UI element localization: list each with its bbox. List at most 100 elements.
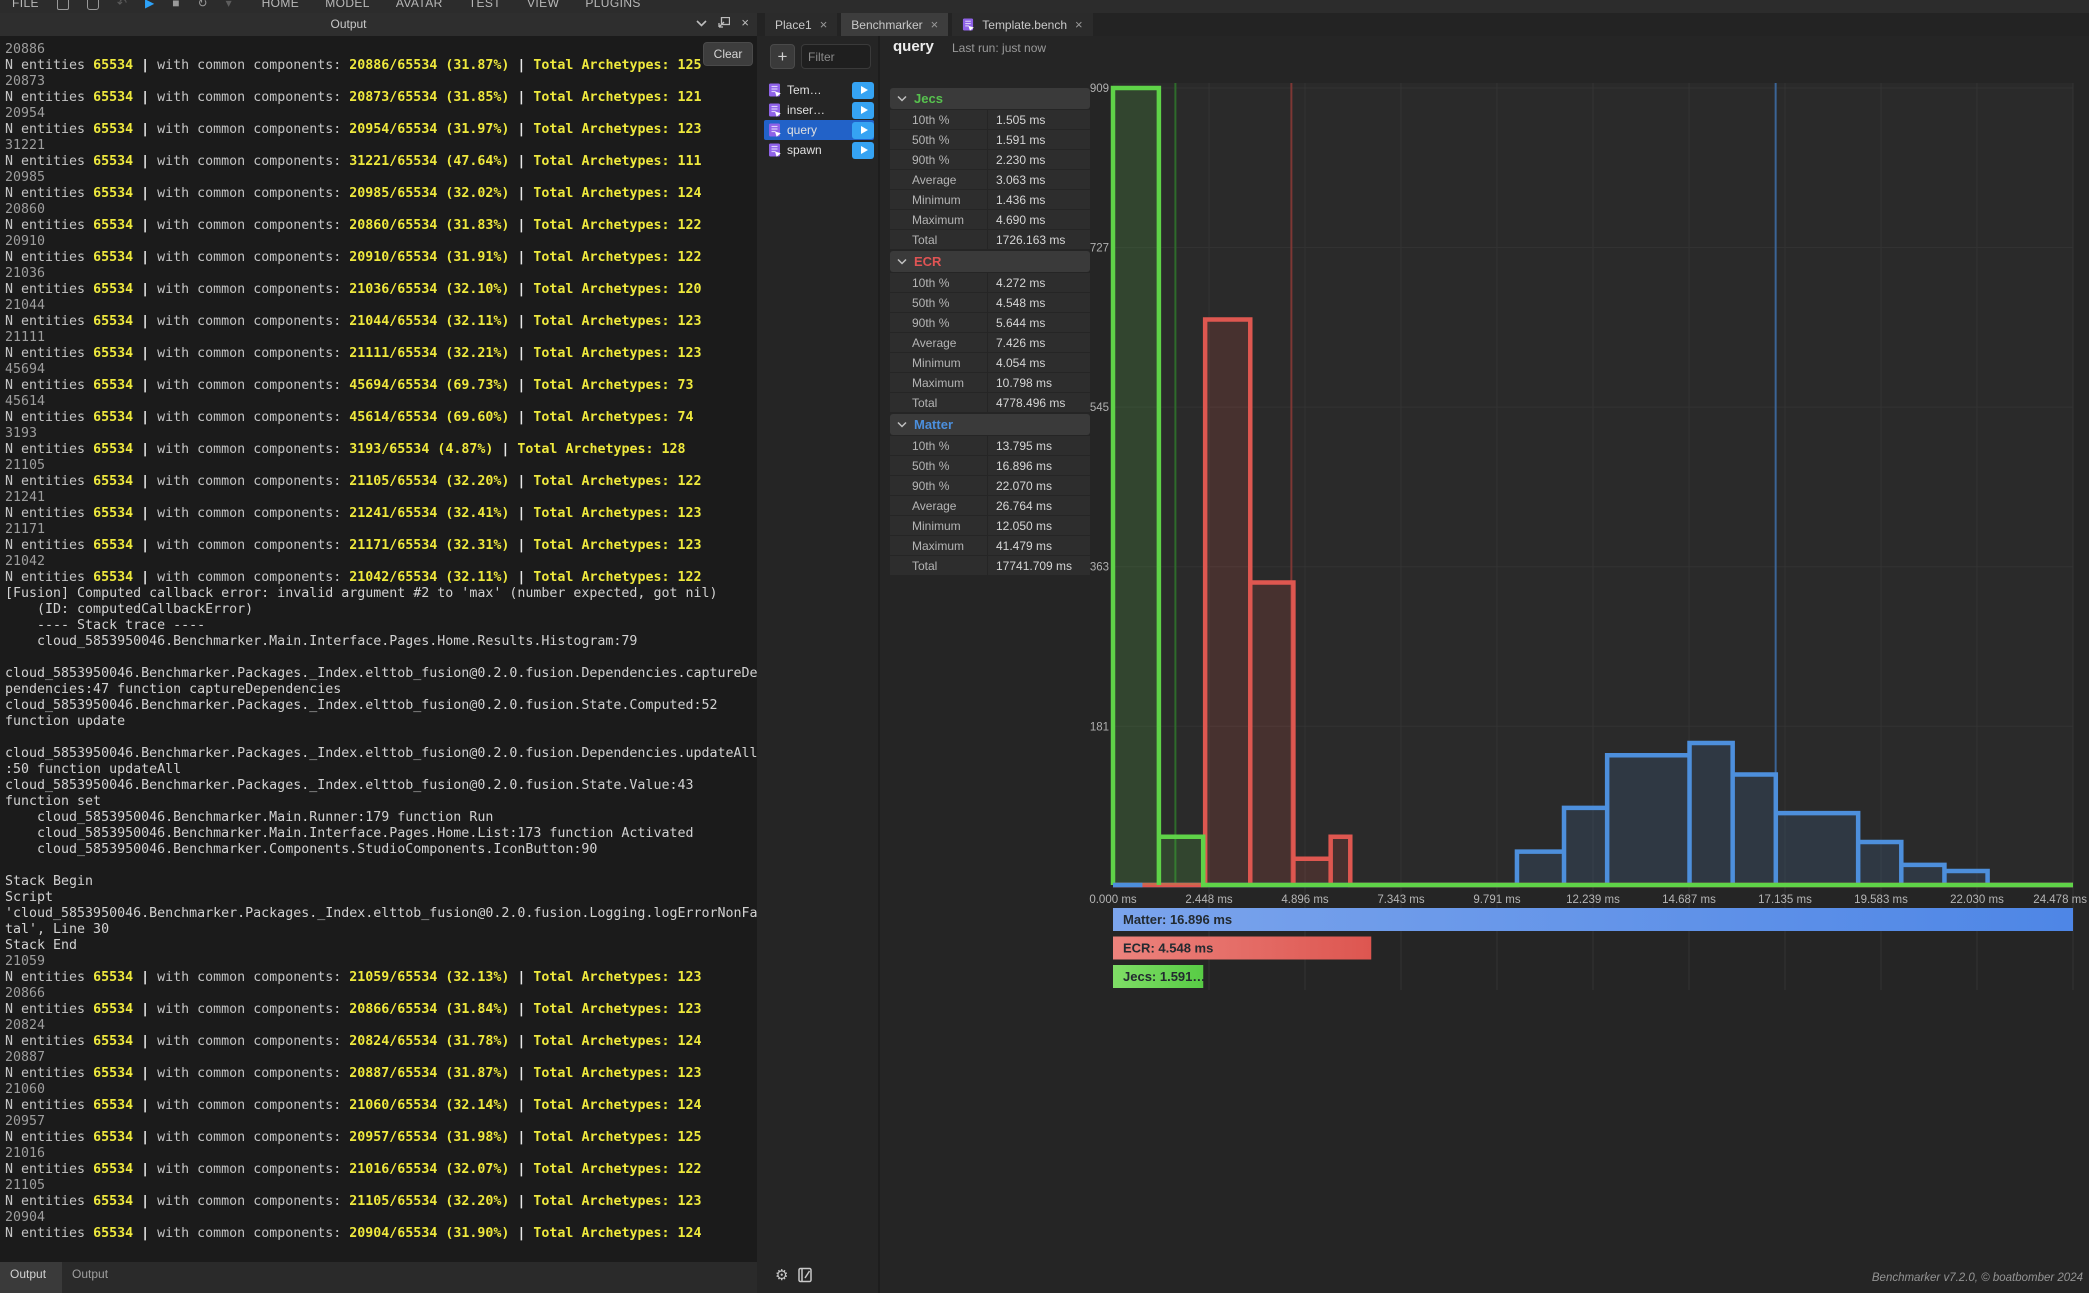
tab-place1[interactable]: Place1× (765, 13, 837, 36)
common-components-value: 45614/65534 (69.60%) (349, 410, 509, 425)
stat-value: 41.479 ms (988, 536, 1090, 555)
stat-value: 3.063 ms (988, 170, 1090, 189)
run-benchmark-button[interactable] (852, 102, 874, 119)
total-archetypes: Total Archetypes: 124 (533, 1034, 701, 1049)
console-text: with common components: (157, 314, 349, 329)
separator: | (509, 506, 533, 521)
menu-plugins[interactable]: PLUGINS (585, 0, 640, 10)
benchmark-item-spawn[interactable]: spawn (764, 140, 874, 160)
clear-button[interactable]: Clear (703, 42, 753, 66)
output-tab-0[interactable]: Output (0, 1262, 62, 1293)
play-icon (861, 146, 868, 154)
tab-benchmarker[interactable]: Benchmarker× (841, 13, 948, 36)
play-button[interactable]: ▶ (145, 0, 154, 10)
menu-file[interactable]: FILE (12, 0, 39, 10)
run-benchmark-button[interactable] (852, 122, 874, 139)
entity-count: 65534 (93, 250, 133, 265)
total-archetypes: Total Archetypes: 124 (533, 1098, 701, 1113)
reset-icon[interactable]: ↻ (198, 0, 208, 10)
menu-test[interactable]: TEST (469, 0, 501, 10)
console-line: N entities 65534 | with common component… (5, 154, 757, 170)
console-text: with common components: (157, 282, 349, 297)
tab-template-bench[interactable]: Template.bench× (952, 13, 1092, 36)
settings-gear-icon[interactable]: ⚙ (775, 1266, 788, 1284)
paste-icon[interactable] (57, 0, 69, 10)
entity-count: 65534 (93, 58, 133, 73)
separator: | (133, 1002, 157, 1017)
run-title: query (893, 38, 934, 55)
console-line: 'cloud_5853950046.Benchmarker.Packages._… (5, 906, 757, 922)
console-line: ---- Stack trace ---- (5, 618, 757, 634)
stat-section-header-jecs[interactable]: Jecs (890, 88, 1090, 109)
output-console[interactable]: 20886N entities 65534 | with common comp… (0, 36, 757, 1262)
benchmark-item-query[interactable]: query (764, 120, 874, 140)
stat-label: Minimum (890, 190, 987, 209)
stat-label: Minimum (890, 353, 987, 372)
dropdown-caret-icon[interactable]: ▾ (226, 0, 232, 10)
entity-count: 65534 (93, 154, 133, 169)
chevron-down-icon[interactable] (696, 19, 707, 27)
insert-icon[interactable] (87, 0, 99, 10)
stat-section-ecr: ECR10th %4.272 ms50th %4.548 ms90th %5.6… (890, 251, 1090, 412)
run-benchmark-button[interactable] (852, 142, 874, 159)
stat-value: 13.795 ms (988, 436, 1090, 455)
close-icon[interactable]: × (741, 19, 749, 27)
y-axis-label: 727 (1090, 243, 1109, 255)
separator: | (133, 570, 157, 585)
stat-row: Average26.764 ms (890, 496, 1090, 515)
console-line: 21111 (5, 330, 757, 346)
menu-model[interactable]: MODEL (325, 0, 370, 10)
stat-row: 90th %2.230 ms (890, 150, 1090, 169)
console-text: with common components: (157, 250, 349, 265)
console-text: N entities (5, 1130, 93, 1145)
common-components-value: 20824/65534 (31.78%) (349, 1034, 509, 1049)
stop-button[interactable]: ■ (172, 0, 179, 10)
console-text: with common components: (157, 1130, 349, 1145)
separator: | (133, 970, 157, 985)
total-archetypes: Total Archetypes: 123 (533, 538, 701, 553)
menu-view[interactable]: VIEW (527, 0, 559, 10)
console-text: with common components: (157, 122, 349, 137)
console-line: cloud_5853950046.Benchmarker.Packages._I… (5, 698, 757, 714)
output-tab-1[interactable]: Output (62, 1262, 124, 1293)
menu-home[interactable]: HOME (262, 0, 300, 10)
stat-section-header-matter[interactable]: Matter (890, 414, 1090, 435)
x-axis-label: 4.896 ms (1281, 894, 1329, 906)
separator: | (133, 1098, 157, 1113)
console-line: N entities 65534 | with common component… (5, 970, 757, 986)
close-icon[interactable]: × (931, 17, 939, 32)
benchmark-item-tem[interactable]: Tem… (764, 80, 874, 100)
stat-label: Minimum (890, 516, 987, 535)
console-line: N entities 65534 | with common component… (5, 58, 757, 74)
console-text: N entities (5, 58, 93, 73)
stat-label: 90th % (890, 476, 987, 495)
stat-label: 50th % (890, 456, 987, 475)
docs-book-icon[interactable] (798, 1267, 813, 1283)
undo-icon[interactable]: ↶ (117, 0, 127, 10)
script-icon (768, 143, 781, 157)
console-line: 21044 (5, 298, 757, 314)
stat-row: Maximum10.798 ms (890, 373, 1090, 392)
undock-icon[interactable] (718, 17, 730, 28)
filter-input[interactable] (801, 44, 871, 69)
stat-row: Total1726.163 ms (890, 230, 1090, 249)
entity-count: 65534 (93, 506, 133, 521)
stat-value: 4.272 ms (988, 273, 1090, 292)
menu-avatar[interactable]: AVATAR (396, 0, 443, 10)
total-archetypes: Total Archetypes: 121 (533, 90, 701, 105)
histogram-svg: 1813635457279090.000 ms2.448 ms4.896 ms7… (1085, 75, 2089, 995)
stat-section-name: Matter (914, 417, 953, 432)
run-benchmark-button[interactable] (852, 82, 874, 99)
console-text: N entities (5, 378, 93, 393)
console-text: with common components: (157, 378, 349, 393)
console-text: N entities (5, 1162, 93, 1177)
console-line: 20957 (5, 1114, 757, 1130)
benchmark-item-inser[interactable]: inser… (764, 100, 874, 120)
stat-section-matter: Matter10th %13.795 ms50th %16.896 ms90th… (890, 414, 1090, 575)
common-components-value: 21241/65534 (32.41%) (349, 506, 509, 521)
entity-count: 65534 (93, 1194, 133, 1209)
close-icon[interactable]: × (820, 17, 828, 32)
stat-section-header-ecr[interactable]: ECR (890, 251, 1090, 272)
close-icon[interactable]: × (1075, 17, 1083, 32)
add-benchmark-button[interactable]: + (770, 44, 795, 69)
